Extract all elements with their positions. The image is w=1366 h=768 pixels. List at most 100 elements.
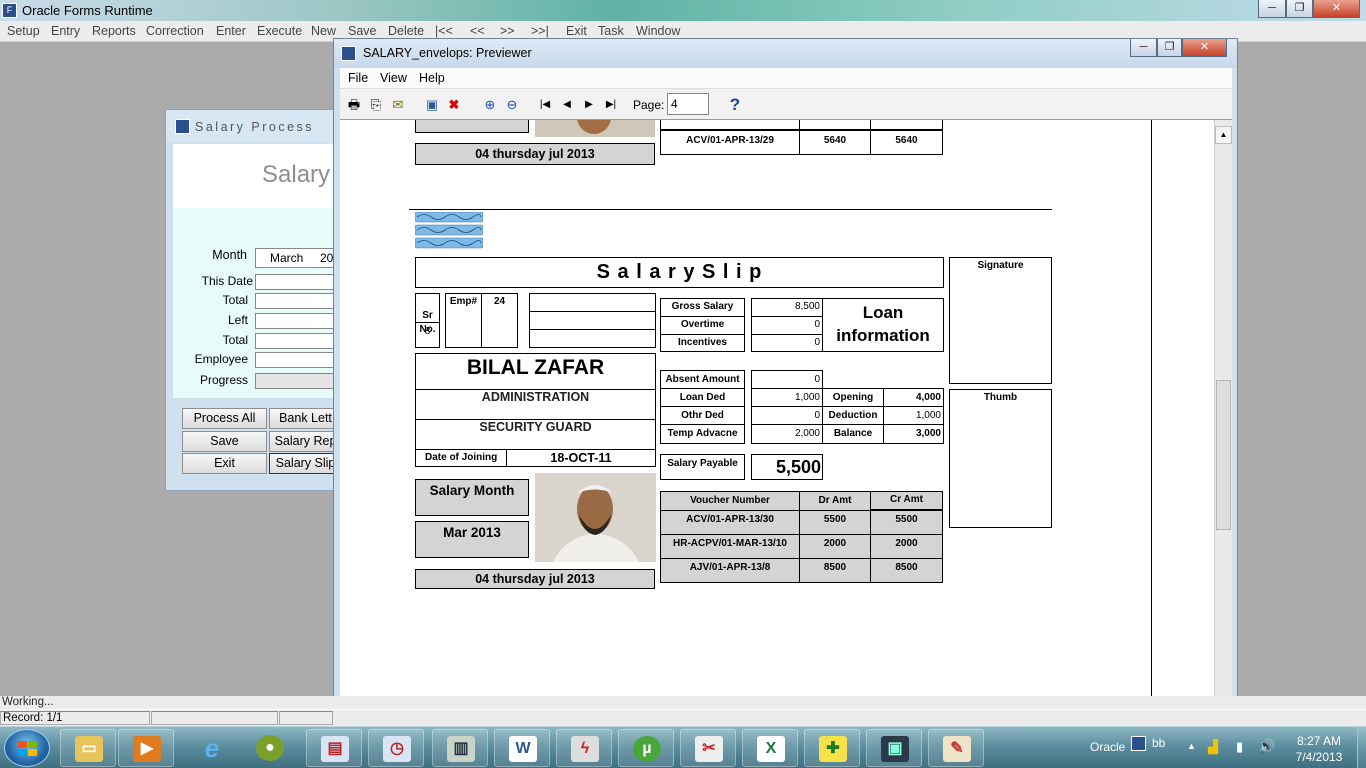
word-icon: W [509,736,537,762]
othr-ded-value: 0 [814,410,820,421]
menu-reports[interactable]: Reports [92,24,136,38]
app-close-button[interactable]: ✕ [1313,0,1360,18]
battery-icon[interactable]: ▮ [1236,739,1243,755]
this-date-field[interactable] [255,274,341,290]
taskbar-internet-explorer[interactable]: e [184,729,240,767]
menu-new[interactable]: New [311,24,336,38]
taskbar-forms-app[interactable]: ▤ [306,729,362,767]
previewer-menu-help[interactable]: Help [419,71,445,85]
tray-forms-icon[interactable] [1131,736,1146,751]
scroll-up-icon[interactable]: ▲ [1215,126,1232,144]
menu-correction[interactable]: Correction [146,24,204,38]
tray-user[interactable]: bb [1152,736,1165,750]
first-page-icon[interactable]: |◀ [537,97,553,113]
help-icon[interactable]: ? [727,96,743,113]
report-page: 04 thursday jul 2013 ACV/01-APR-13/29 56… [340,120,1214,730]
dr-amt-header: Dr Amt [818,495,852,506]
tray-language[interactable]: Oracle [1090,740,1125,754]
menu-entry[interactable]: Entry [51,24,80,38]
employee-photo [535,473,656,562]
zoom-out-icon[interactable]: ⊖ [504,97,520,113]
menu-execute[interactable]: Execute [257,24,302,38]
tray-expand-icon[interactable]: ▲ [1187,741,1196,751]
menu-save[interactable]: Save [348,24,377,38]
previewer-menu-file[interactable]: File [348,71,368,85]
network-icon: ▥ [447,736,475,762]
taskbar-paint[interactable]: ✎ [928,729,984,767]
status-cells: Record: 1/1 [0,711,1366,725]
clock-time[interactable]: 8:27 AM [1284,734,1354,748]
vertical-scrollbar[interactable]: ▲ [1214,120,1232,730]
clock-date[interactable]: 7/4/2013 [1284,750,1354,764]
voucher-number-header: Voucher Number [690,495,770,506]
zoom-in-icon[interactable]: ⊕ [482,97,498,113]
menu-enter[interactable]: Enter [216,24,246,38]
previewer-restore-button[interactable]: ❐ [1157,39,1182,57]
left-label: Left [227,313,248,327]
total2-field[interactable] [255,333,341,349]
taskbar-utorrent[interactable]: µ [618,729,674,767]
bank-letter-button[interactable]: Bank Lett [269,408,341,429]
exit-button[interactable]: Exit [182,453,267,474]
previewer-title: SALARY_envelops: Previewer [363,46,532,60]
print-icon[interactable]: 🖶 [346,97,362,113]
left-field[interactable] [255,313,341,329]
menu-last-record[interactable]: >>| [531,24,549,38]
close-preview-icon[interactable]: ✖ [446,97,462,113]
taskbar-monitor-app[interactable]: ▣ [866,729,922,767]
taskbar-word[interactable]: W [494,729,550,767]
total-field[interactable] [255,293,341,309]
menu-next-record[interactable]: >> [500,24,515,38]
app-minimize-button[interactable]: ─ [1258,0,1286,18]
menu-delete[interactable]: Delete [388,24,424,38]
employee-name: BILAL ZAFAR [466,356,605,379]
process-all-button[interactable]: Process All [182,408,267,429]
menu-setup[interactable]: Setup [7,24,40,38]
show-desktop-button[interactable] [1357,727,1366,768]
menu-window[interactable]: Window [636,24,680,38]
taskbar-flash-app[interactable]: ϟ [556,729,612,767]
mail-icon[interactable]: ✉ [390,97,406,113]
taskbar-health-app[interactable]: ✚ [804,729,860,767]
taskbar-snip-app[interactable]: ✂ [680,729,736,767]
menu-exit[interactable]: Exit [566,24,587,38]
new-window-icon[interactable]: ▣ [424,97,440,113]
taskbar-frog-app[interactable]: ● [242,729,298,767]
menu-task[interactable]: Task [598,24,624,38]
taskbar-excel[interactable]: X [742,729,798,767]
taskbar-reports-app[interactable]: ◷ [368,729,424,767]
start-button[interactable] [4,729,50,767]
excel-icon: X [757,736,785,762]
taskbar-network-app[interactable]: ▥ [432,729,488,767]
salary-slip-button[interactable]: Salary Slip [269,453,341,474]
salary-payable-label-box: Salary Payable [660,454,745,480]
overtime-value: 0 [814,319,820,330]
previewer-menu-view[interactable]: View [380,71,407,85]
voucher-3-number: AJV/01-APR-13/8 [689,562,771,573]
month-field[interactable]: March 20 [255,248,341,268]
opening-value: 4,000 [915,392,941,403]
employee-department: ADMINISTRATION [481,390,590,404]
last-page-icon[interactable]: ▶| [603,97,619,113]
previous-page-icon[interactable]: ◀ [559,97,575,113]
save-button[interactable]: Save [182,431,267,452]
media-player-icon: ▶ [133,736,161,762]
previewer-minimize-button[interactable]: ─ [1130,39,1157,57]
scroll-thumb[interactable] [1216,380,1231,530]
volume-icon[interactable]: 🔊 [1258,738,1275,755]
previewer-close-button[interactable]: ✕ [1182,39,1227,57]
salary-process-window: Salary Process Salary Month March 20 Thi… [165,109,341,491]
temp-advance-label: Temp Advacne [667,428,738,439]
cr-amt-header: Cr Amt [890,494,923,505]
taskbar-media-player[interactable]: ▶ [118,729,174,767]
taskbar-explorer[interactable]: ▭ [60,729,116,767]
menu-first-record[interactable]: |<< [435,24,453,38]
next-page-icon[interactable]: ▶ [581,97,597,113]
salary-report-button[interactable]: Salary Rep [269,431,341,452]
employee-field[interactable] [255,352,341,368]
page-number-input[interactable]: 4 [667,93,709,115]
network-signal-icon[interactable]: ▟ [1208,739,1218,755]
page-setup-icon[interactable]: ⎘ [368,97,384,113]
menu-prev-record[interactable]: << [470,24,485,38]
app-restore-button[interactable]: ❐ [1286,0,1313,18]
